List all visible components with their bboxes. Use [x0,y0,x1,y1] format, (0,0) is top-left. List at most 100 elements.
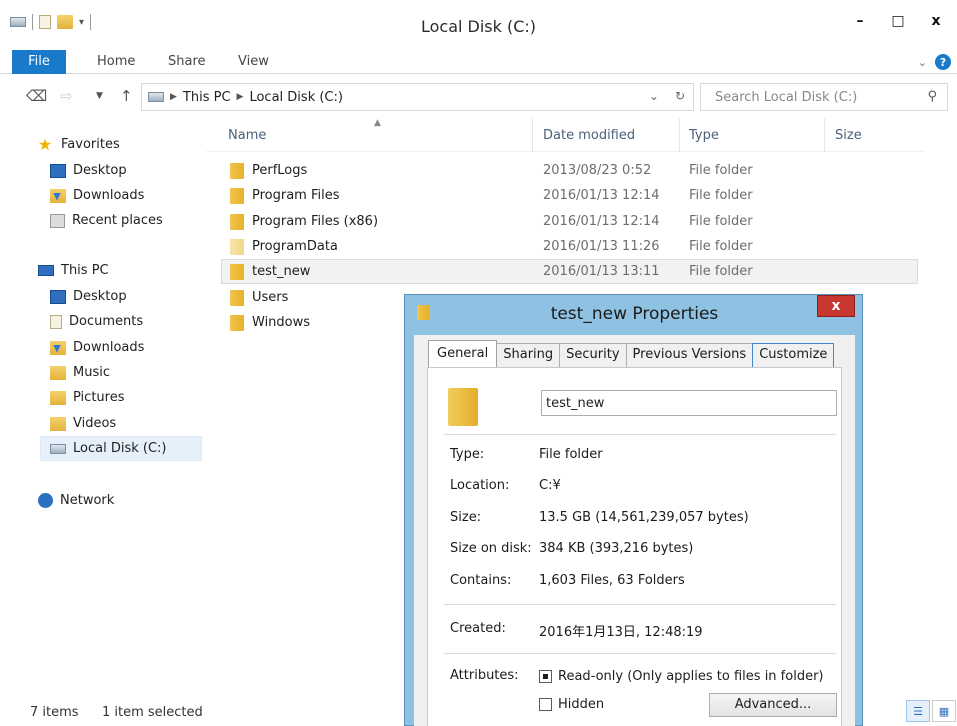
breadcrumb-chevron-icon[interactable]: ▶ [237,92,244,102]
file-type: File folder [689,188,753,203]
desktop-icon [50,289,66,304]
tab-security[interactable]: Security [559,343,627,367]
column-header-date[interactable]: Date modified [543,128,635,143]
breadcrumb-local-disk[interactable]: Local Disk (C:) [249,90,342,105]
file-date: 2016/01/13 12:14 [543,188,660,203]
nav-label: Favorites [61,137,120,152]
drive-icon [148,92,164,102]
up-icon[interactable]: ↑ [120,87,133,105]
tab-share[interactable]: Share [168,50,206,74]
file-type: File folder [689,163,753,178]
folder-name-input[interactable]: test_new [541,390,837,416]
address-dropdown-icon[interactable]: ⌄ [649,89,659,103]
column-divider[interactable] [679,118,680,152]
contains-value: 1,603 Files, 63 Folders [539,573,685,588]
tab-file[interactable]: File [12,50,66,74]
created-value: 2016年1月13日, 12:48:19 [539,625,703,640]
downloads-icon [50,188,66,203]
music-icon [50,365,66,380]
file-row[interactable]: Program Files 2016/01/13 12:14 File fold… [222,183,919,208]
dialog-title: test_new Properties [550,304,719,324]
size-on-disk-label: Size on disk: [450,541,532,556]
file-name: test_new [252,264,311,279]
folder-icon [230,162,244,179]
title-bar: ▾ Local Disk (C:) – □ x [0,0,957,50]
nav-pc-videos[interactable]: Videos [50,411,252,436]
nav-pc-local-disk[interactable]: Local Disk (C:) [40,436,202,461]
hidden-checkbox[interactable]: Hidden [539,697,604,712]
file-row[interactable]: PerfLogs 2013/08/23 0:52 File folder [222,158,919,183]
dialog-title-bar[interactable]: test_new Properties x [405,295,864,331]
folder-icon [448,388,478,426]
tab-view[interactable]: View [238,50,269,74]
column-header-size[interactable]: Size [835,128,862,143]
file-name: Windows [252,315,311,330]
tab-sharing[interactable]: Sharing [496,343,561,367]
computer-icon [38,265,54,276]
checkbox-icon[interactable] [539,698,552,711]
refresh-icon[interactable]: ↻ [675,89,685,103]
file-row[interactable]: ProgramData 2016/01/13 11:26 File folder [222,234,919,259]
readonly-checkbox[interactable]: Read-only (Only applies to files in fold… [539,669,823,684]
tab-previous-versions[interactable]: Previous Versions [625,343,754,367]
search-placeholder: Search Local Disk (C:) [715,90,858,105]
minimize-button[interactable]: – [843,8,877,34]
tab-home[interactable]: Home [97,50,135,74]
nav-pc-downloads[interactable]: Downloads [50,335,252,360]
advanced-button[interactable]: Advanced... [709,693,837,717]
divider [444,604,836,605]
expand-ribbon-icon[interactable]: ⌄ [918,56,927,69]
contains-label: Contains: [450,573,512,588]
nav-this-pc[interactable]: This PC [38,258,240,283]
file-date: 2016/01/13 12:14 [543,214,660,229]
checkbox-indeterminate-icon[interactable] [539,670,552,683]
breadcrumb-this-pc[interactable]: This PC [183,90,231,105]
location-label: Location: [450,478,510,493]
maximize-button[interactable]: □ [881,8,915,34]
divider [444,434,836,435]
back-icon[interactable]: ⌫ [26,87,47,105]
file-row[interactable]: Program Files (x86) 2016/01/13 12:14 Fil… [222,209,919,234]
ribbon-tabs: File Home Share View ⌄ ? [0,50,957,74]
breadcrumb-chevron-icon[interactable]: ▶ [170,92,177,102]
help-icon[interactable]: ? [935,54,951,70]
window-title: Local Disk (C:) [420,17,537,36]
folder-icon [230,289,244,306]
recent-locations-icon[interactable]: ▼ [96,91,103,101]
details-view-icon[interactable]: ☰ [906,700,930,722]
close-button[interactable]: x [919,8,953,34]
dialog-tabs: General Sharing Security Previous Versio… [428,340,835,367]
file-name: Program Files [252,188,340,203]
nav-pc-pictures[interactable]: Pictures [50,385,252,410]
large-icons-view-icon[interactable]: ▦ [932,700,956,722]
nav-label: Desktop [73,289,127,304]
nav-pc-music[interactable]: Music [50,360,252,385]
folder-icon [230,213,244,230]
tab-general[interactable]: General [428,340,498,367]
item-count: 7 items [30,705,79,720]
folder-icon [230,187,244,204]
dialog-close-button[interactable]: x [817,295,855,317]
forward-icon[interactable]: ⇨ [60,87,73,105]
address-bar[interactable]: ▶ This PC ▶ Local Disk (C:) ⌄ ↻ [141,83,694,111]
column-header-name[interactable]: Name [228,128,266,143]
nav-network[interactable]: Network [38,488,240,513]
file-name: Users [252,290,289,305]
nav-label: Network [60,493,115,508]
created-label: Created: [450,621,506,636]
column-header-type[interactable]: Type [689,128,719,143]
column-divider[interactable] [532,118,533,152]
attributes-label: Attributes: [450,668,519,683]
divider [444,653,836,654]
size-value: 13.5 GB (14,561,239,057 bytes) [539,510,749,525]
file-type: File folder [689,214,753,229]
file-row-selected[interactable]: test_new 2016/01/13 13:11 File folder [221,259,918,284]
column-divider[interactable] [824,118,825,152]
type-value: File folder [539,447,603,462]
downloads-icon [50,340,66,355]
search-input[interactable]: Search Local Disk (C:) ⚲ [700,83,948,111]
size-label: Size: [450,510,482,525]
network-icon [38,493,53,508]
search-icon[interactable]: ⚲ [927,89,937,104]
tab-customize[interactable]: Customize [752,343,835,367]
